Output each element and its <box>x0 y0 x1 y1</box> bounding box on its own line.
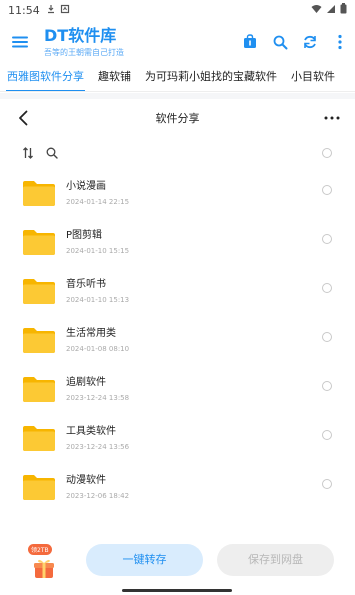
file-name: 生活常用类 <box>66 327 116 339</box>
status-time: 11:54 <box>8 3 40 17</box>
select-radio[interactable] <box>322 283 332 293</box>
file-date: 2024-01-14 22:15 <box>66 197 130 206</box>
search-files-icon[interactable] <box>46 144 58 163</box>
select-radio[interactable] <box>322 332 332 342</box>
list-item[interactable]: 小说漫画 2024-01-14 22:15 <box>0 168 355 217</box>
app-title-block: DT软件库 吾等的王朝需自己打造 <box>40 25 235 58</box>
select-radio[interactable] <box>322 430 332 440</box>
refresh-icon[interactable] <box>295 20 325 64</box>
more-vertical-icon[interactable] <box>325 20 355 64</box>
more-horizontal-icon[interactable] <box>309 116 355 120</box>
select-radio[interactable] <box>322 381 332 391</box>
tab-xiaomu[interactable]: 小目软件 <box>284 64 342 91</box>
tab-treasure-software[interactable]: 为可玛莉小姐找的宝藏软件 <box>138 64 284 91</box>
menu-icon[interactable] <box>0 20 40 64</box>
folder-icon <box>23 474 55 500</box>
battery-icon <box>340 3 347 17</box>
toolbar <box>0 140 355 166</box>
file-date: 2023-12-24 13:58 <box>66 393 130 402</box>
folder-icon <box>23 229 55 255</box>
download-icon <box>46 4 56 17</box>
file-name: 音乐听书 <box>66 278 106 290</box>
back-icon[interactable] <box>0 110 46 126</box>
signal-icon <box>326 4 336 17</box>
gift-badge: 领2TB <box>28 544 52 555</box>
folder-title: 软件分享 <box>155 112 200 125</box>
folder-header: 软件分享 <box>0 99 355 137</box>
app-title: DT软件库 <box>44 25 117 45</box>
file-list: 小说漫画 2024-01-14 22:15 P图剪辑 2024-01-10 15… <box>0 168 355 511</box>
folder-icon <box>23 180 55 206</box>
file-date: 2023-12-24 13:56 <box>66 442 130 451</box>
file-name: P图剪辑 <box>66 229 103 241</box>
folder-icon <box>23 376 55 402</box>
gift-promo[interactable]: 领2TB <box>28 544 58 580</box>
file-date: 2024-01-10 15:13 <box>66 295 130 304</box>
notification-box-icon <box>60 4 70 17</box>
file-name: 动漫软件 <box>66 474 106 486</box>
select-radio[interactable] <box>322 234 332 244</box>
search-icon[interactable] <box>265 20 295 64</box>
select-radio[interactable] <box>322 185 332 195</box>
file-date: 2023-12-06 18:42 <box>66 491 130 500</box>
tab-xiyatu[interactable]: 西雅图软件分享 <box>0 64 91 91</box>
sort-icon[interactable] <box>22 144 34 163</box>
list-item[interactable]: 动漫软件 2023-12-06 18:42 <box>0 462 355 511</box>
status-bar: 11:54 <box>0 0 355 20</box>
list-item[interactable]: 追剧软件 2023-12-24 13:58 <box>0 364 355 413</box>
list-item[interactable]: 生活常用类 2024-01-08 08:10 <box>0 315 355 364</box>
one-click-save-button[interactable]: 一键转存 <box>86 544 203 576</box>
file-name: 小说漫画 <box>66 180 106 192</box>
gift-box-icon <box>34 559 54 578</box>
wifi-icon <box>311 4 322 17</box>
bottom-action-bar: 领2TB 一键转存 保存到网盘 <box>0 538 355 588</box>
shop-bag-icon[interactable] <box>235 20 265 64</box>
file-date: 2024-01-08 08:10 <box>66 344 130 353</box>
app-bar: DT软件库 吾等的王朝需自己打造 <box>0 20 355 64</box>
file-name: 追剧软件 <box>66 376 106 388</box>
folder-icon <box>23 278 55 304</box>
gesture-bar <box>122 589 232 592</box>
app-subtitle: 吾等的王朝需自己打造 <box>44 47 124 57</box>
select-all-radio[interactable] <box>322 148 332 158</box>
tab-qurjianpu[interactable]: 趣软铺 <box>91 64 138 91</box>
file-name: 工具类软件 <box>66 425 116 437</box>
save-to-disk-button[interactable]: 保存到网盘 <box>217 544 334 576</box>
file-date: 2024-01-10 15:15 <box>66 246 130 255</box>
list-item[interactable]: 音乐听书 2024-01-10 15:13 <box>0 266 355 315</box>
list-item[interactable]: 工具类软件 2023-12-24 13:56 <box>0 413 355 462</box>
folder-icon <box>23 425 55 451</box>
category-tabs: 西雅图软件分享 趣软铺 为可玛莉小姐找的宝藏软件 小目软件 <box>0 64 355 92</box>
list-item[interactable]: P图剪辑 2024-01-10 15:15 <box>0 217 355 266</box>
folder-icon <box>23 327 55 353</box>
select-radio[interactable] <box>322 479 332 489</box>
